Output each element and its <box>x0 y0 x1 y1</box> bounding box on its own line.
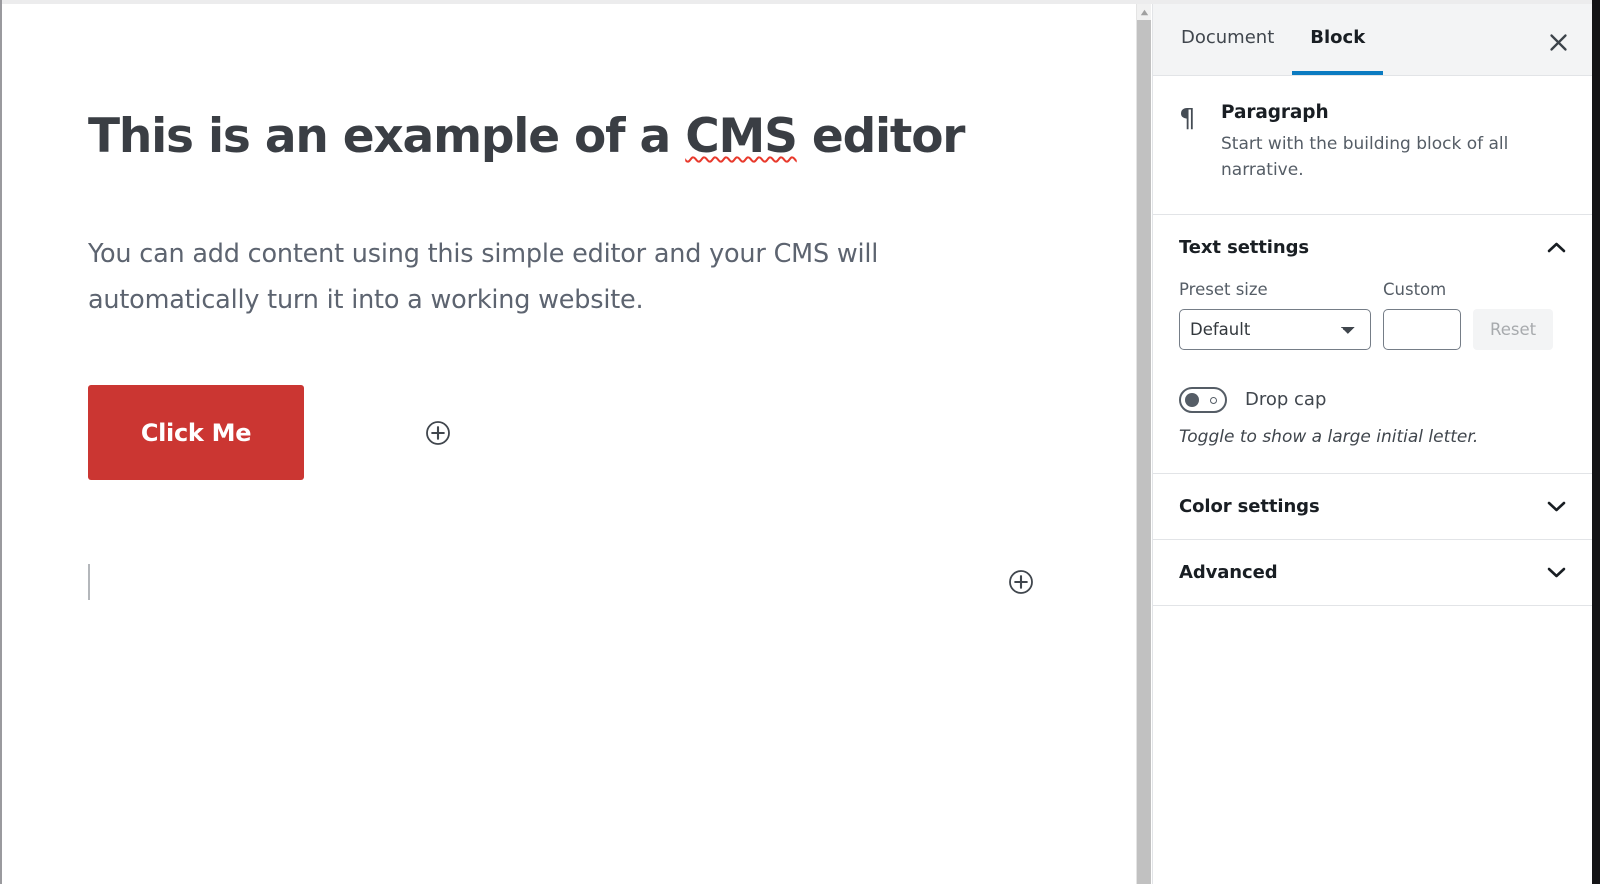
panel-title-text-settings: Text settings <box>1179 236 1309 258</box>
close-sidebar-button[interactable] <box>1540 24 1576 60</box>
post-title-text-before: This is an example of a <box>88 109 686 164</box>
tab-document[interactable]: Document <box>1163 4 1292 75</box>
post-title-misspelled-word: CMS <box>685 109 798 164</box>
chevron-down-icon-advanced <box>1547 566 1566 579</box>
selected-block-description: Start with the building block of all nar… <box>1221 134 1509 181</box>
drop-cap-row: Drop cap <box>1179 386 1566 413</box>
selected-block-card: ¶ Paragraph Start with the building bloc… <box>1153 76 1592 215</box>
toggle-off-ring-icon <box>1210 396 1217 404</box>
preset-size-field: Preset size Default <box>1179 280 1371 350</box>
text-caret <box>88 564 90 601</box>
block-inserter-plus-icon[interactable] <box>425 420 451 446</box>
paragraph-block[interactable]: You can add content using this simple ed… <box>88 165 948 324</box>
close-icon <box>1548 32 1569 53</box>
panel-toggle-advanced[interactable]: Advanced <box>1153 540 1592 605</box>
block-inserter-plus-icon-secondary[interactable] <box>1008 569 1034 595</box>
preset-size-label: Preset size <box>1179 279 1268 299</box>
sidebar-tab-bar: Document Block <box>1153 4 1592 76</box>
preset-size-select[interactable]: Default <box>1179 308 1371 350</box>
chevron-down-icon <box>1547 500 1566 513</box>
custom-size-field: Custom <box>1383 280 1461 350</box>
selected-block-meta: Paragraph Start with the building block … <box>1221 102 1566 184</box>
click-me-button[interactable]: Click Me <box>88 385 304 481</box>
panel-toggle-color-settings[interactable]: Color settings <box>1153 474 1592 539</box>
panel-color-settings: Color settings <box>1153 474 1592 540</box>
chevron-up-icon <box>1547 241 1566 254</box>
window-left-edge <box>0 0 2 884</box>
panel-text-settings: Text settings Preset size Default Custom… <box>1153 215 1592 474</box>
selected-block-title: Paragraph <box>1221 102 1329 123</box>
font-size-controls: Preset size Default Custom Reset <box>1179 280 1566 350</box>
scroll-thumb[interactable] <box>1137 20 1151 884</box>
editor-content: This is an example of a CMS editor You c… <box>2 4 1136 624</box>
panel-title-advanced: Advanced <box>1179 561 1278 583</box>
tab-block[interactable]: Block <box>1292 4 1384 75</box>
custom-size-input[interactable] <box>1383 308 1461 350</box>
drop-cap-label: Drop cap <box>1245 389 1327 411</box>
toggle-knob <box>1185 392 1199 407</box>
window-top-edge <box>0 0 1600 4</box>
drop-cap-toggle[interactable] <box>1179 386 1227 413</box>
paragraph-pilcrow-icon: ¶ <box>1179 104 1196 134</box>
custom-size-label: Custom <box>1383 279 1447 299</box>
scroll-up-arrow-icon[interactable] <box>1137 4 1151 20</box>
button-block: Click Me <box>88 385 1136 481</box>
block-settings-sidebar: Document Block ¶ Paragraph Start with th… <box>1152 4 1592 884</box>
panel-title-color-settings: Color settings <box>1179 495 1320 517</box>
empty-paragraph-block[interactable] <box>88 564 1136 624</box>
reset-font-size-button[interactable]: Reset <box>1473 308 1554 350</box>
panel-advanced: Advanced <box>1153 540 1592 606</box>
post-title[interactable]: This is an example of a CMS editor <box>88 4 1136 165</box>
panel-body-text-settings: Preset size Default Custom Reset Drop ca… <box>1153 280 1592 473</box>
post-title-text-after: editor <box>796 109 966 164</box>
drop-cap-help-text: Toggle to show a large initial letter. <box>1179 426 1479 447</box>
window-right-edge <box>1592 0 1600 884</box>
cms-editor-window: This is an example of a CMS editor You c… <box>0 0 1600 884</box>
panel-toggle-text-settings[interactable]: Text settings <box>1153 215 1592 280</box>
editor-canvas[interactable]: This is an example of a CMS editor You c… <box>2 4 1136 884</box>
editor-scrollbar[interactable] <box>1136 4 1151 884</box>
